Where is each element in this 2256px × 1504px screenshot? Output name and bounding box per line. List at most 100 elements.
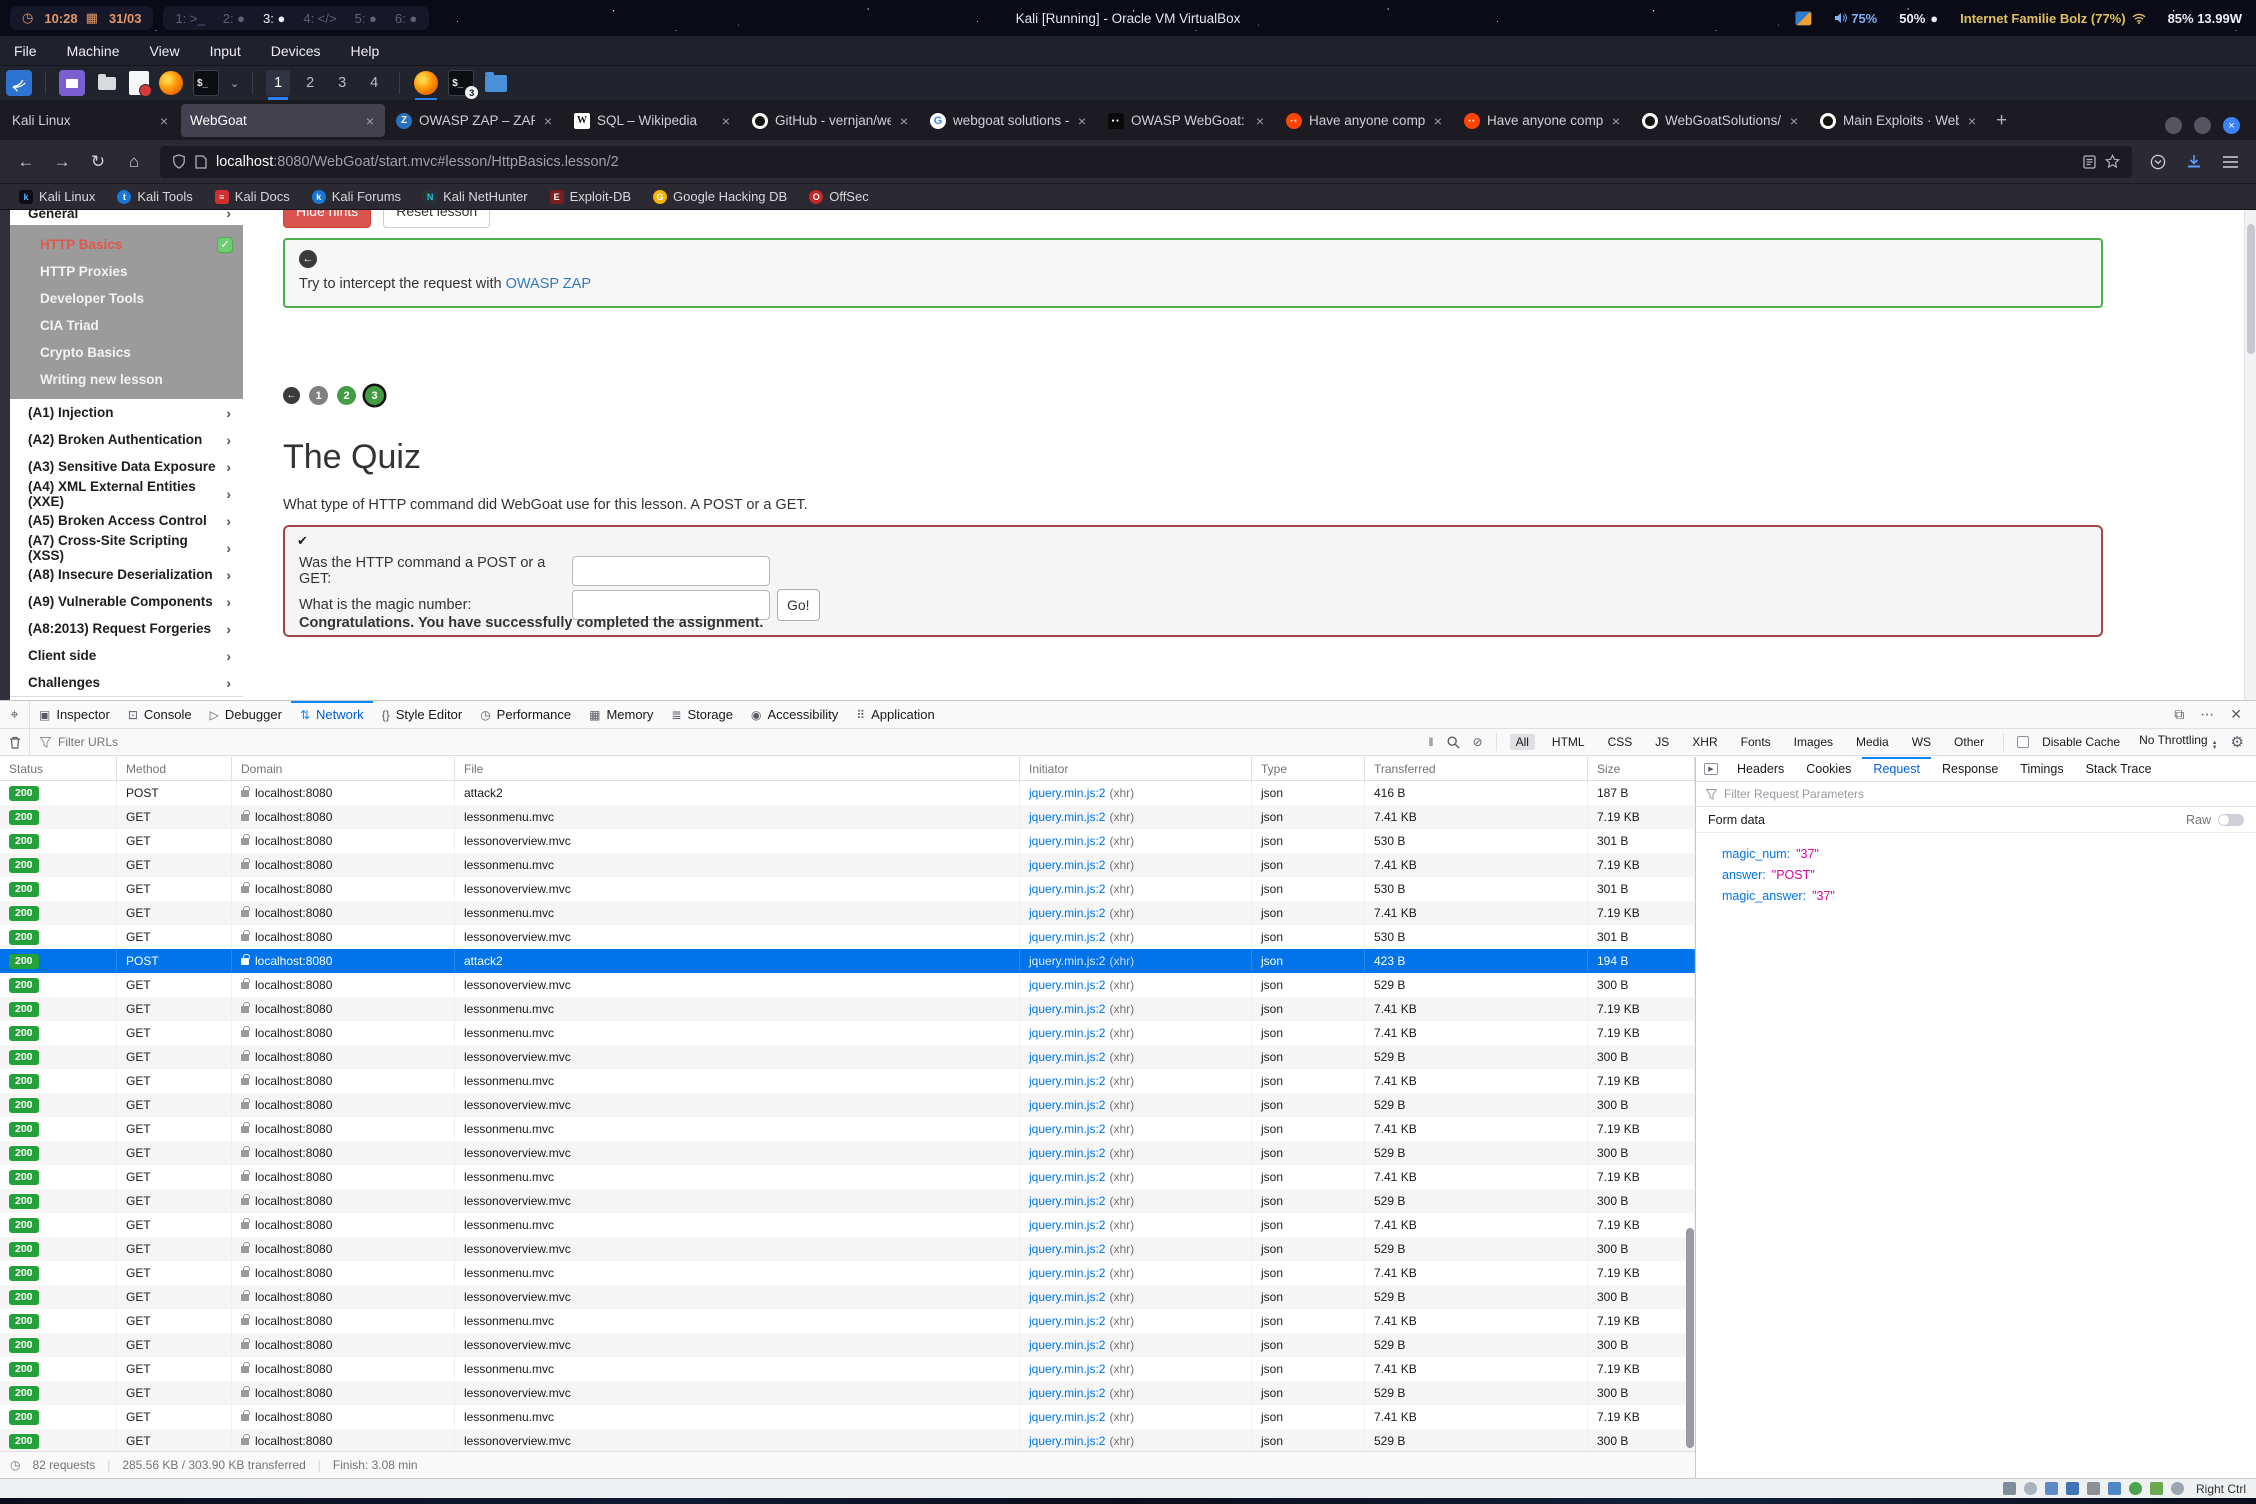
bookmark-star-icon[interactable]	[2105, 154, 2120, 169]
network-settings-gear-icon[interactable]: ⚙	[2231, 733, 2244, 751]
devtools-tab-debugger[interactable]: ▷ Debugger	[201, 701, 291, 728]
network-request-row[interactable]: 200 GET localhost:8080 lessonoverview.mv…	[0, 925, 1695, 949]
request-type-filter[interactable]: HTML	[1546, 734, 1591, 750]
tab-close-icon[interactable]: ×	[1076, 113, 1088, 129]
detail-tab[interactable]: Cookies	[1795, 757, 1862, 781]
sidebar-lesson-item[interactable]: Writing new lesson	[10, 366, 243, 393]
initiator-link[interactable]: jquery.min.js:2	[1029, 810, 1105, 824]
sidebar-category-item[interactable]: (A5) Broken Access Control›	[10, 507, 243, 534]
filter-request-parameters-input[interactable]: Filter Request Parameters	[1696, 782, 2256, 807]
tab-close-icon[interactable]: ×	[720, 113, 732, 129]
tab-close-icon[interactable]: ×	[898, 113, 910, 129]
browser-tab[interactable]: Kali Linux ×	[3, 104, 179, 137]
request-type-filter[interactable]: All	[1510, 734, 1535, 750]
devtools-tab-memory[interactable]: ▦ Memory	[580, 701, 662, 728]
menubar-item[interactable]: Help	[351, 43, 380, 59]
downloads-folder-button[interactable]	[483, 70, 509, 96]
workspace-indicator[interactable]: 2: ●	[223, 11, 245, 26]
network-request-row[interactable]: 200 GET localhost:8080 lessonmenu.mvc jq…	[0, 1213, 1695, 1237]
initiator-link[interactable]: jquery.min.js:2	[1029, 1074, 1105, 1088]
column-header[interactable]: File	[455, 757, 1020, 780]
bookmark-item[interactable]: Kali NetHunter	[414, 186, 537, 208]
initiator-link[interactable]: jquery.min.js:2	[1029, 1002, 1105, 1016]
minimize-button[interactable]	[2165, 117, 2182, 134]
request-type-filter[interactable]: CSS	[1602, 734, 1639, 750]
network-request-row[interactable]: 200 GET localhost:8080 lessonmenu.mvc jq…	[0, 1165, 1695, 1189]
mouse-integration-icon[interactable]	[2171, 1482, 2184, 1495]
initiator-link[interactable]: jquery.min.js:2	[1029, 1434, 1105, 1448]
http-command-input[interactable]	[572, 556, 770, 586]
workspace-button[interactable]: 1	[266, 70, 290, 96]
initiator-link[interactable]: jquery.min.js:2	[1029, 1026, 1105, 1040]
browser-tab[interactable]: OWASP ZAP – ZAP i ×	[387, 104, 563, 137]
shield-icon[interactable]	[172, 154, 186, 169]
recording-icon[interactable]	[2150, 1482, 2163, 1495]
network-request-row[interactable]: 200 GET localhost:8080 lessonmenu.mvc jq…	[0, 1357, 1695, 1381]
menubar-item[interactable]: Devices	[271, 43, 321, 59]
block-requests-icon[interactable]: ⊘	[1473, 735, 1483, 749]
menubar-item[interactable]: Machine	[67, 43, 120, 59]
detail-tab[interactable]: Headers	[1726, 757, 1795, 781]
workspace-indicator[interactable]: 5: ●	[355, 11, 377, 26]
devtools-tab-network[interactable]: ⇅ Network	[291, 701, 373, 728]
network-request-row[interactable]: 200 GET localhost:8080 lessonoverview.mv…	[0, 1429, 1695, 1451]
network-request-row[interactable]: 200 GET localhost:8080 lessonoverview.mv…	[0, 829, 1695, 853]
hdd-icon[interactable]	[2003, 1482, 2016, 1495]
initiator-link[interactable]: jquery.min.js:2	[1029, 1362, 1105, 1376]
url-text[interactable]: localhost:8080/WebGoat/start.mvc#lesson/…	[216, 154, 2074, 170]
initiator-link[interactable]: jquery.min.js:2	[1029, 906, 1105, 920]
initiator-link[interactable]: jquery.min.js:2	[1029, 1122, 1105, 1136]
sidebar-lesson-item[interactable]: CIA Triad	[10, 312, 243, 339]
scrollbar-thumb[interactable]	[2247, 224, 2255, 354]
filter-urls-input[interactable]: Filter URLs	[30, 735, 1429, 749]
pick-element-icon[interactable]: ⌖	[0, 701, 30, 728]
menubar-item[interactable]: Input	[210, 43, 241, 59]
initiator-link[interactable]: jquery.min.js:2	[1029, 1314, 1105, 1328]
network-request-row[interactable]: 200 GET localhost:8080 lessonmenu.mvc jq…	[0, 997, 1695, 1021]
tab-close-icon[interactable]: ×	[1254, 113, 1266, 129]
bookmark-item[interactable]: Kali Forums	[303, 186, 410, 208]
page-scrollbar[interactable]	[2244, 210, 2256, 700]
network-request-row[interactable]: 200 GET localhost:8080 lessonmenu.mvc jq…	[0, 805, 1695, 829]
raw-toggle[interactable]	[2218, 814, 2244, 826]
devtools-menu-icon[interactable]: ⋯	[2200, 706, 2214, 723]
column-header[interactable]: Transferred	[1365, 757, 1588, 780]
network-request-row[interactable]: 200 GET localhost:8080 lessonmenu.mvc jq…	[0, 1021, 1695, 1045]
terminal-window-button[interactable]: $_3	[448, 70, 474, 96]
url-bar[interactable]: localhost:8080/WebGoat/start.mvc#lesson/…	[160, 146, 2132, 178]
column-header[interactable]: Type	[1252, 757, 1365, 780]
menubar-item[interactable]: View	[149, 43, 179, 59]
request-type-filter[interactable]: Media	[1850, 734, 1895, 750]
firefox-window-button[interactable]	[413, 70, 439, 96]
network-request-row[interactable]: 200 GET localhost:8080 lessonoverview.mv…	[0, 1333, 1695, 1357]
initiator-link[interactable]: jquery.min.js:2	[1029, 978, 1105, 992]
devtools-tab-storage[interactable]: ≣ Storage	[662, 701, 742, 728]
usb-icon[interactable]	[2087, 1482, 2100, 1495]
network-request-row[interactable]: 200 POST localhost:8080 attack2 jquery.m…	[0, 949, 1695, 973]
hide-hints-button[interactable]: Hide hints	[283, 210, 371, 228]
initiator-link[interactable]: jquery.min.js:2	[1029, 1242, 1105, 1256]
reload-button[interactable]: ↻	[80, 146, 116, 178]
bookmark-item[interactable]: Kali Docs	[206, 186, 299, 208]
network-request-row[interactable]: 200 GET localhost:8080 lessonoverview.mv…	[0, 1093, 1695, 1117]
new-tab-button[interactable]: +	[1996, 110, 2007, 132]
workspace-button[interactable]: 2	[298, 70, 322, 96]
power-indicator[interactable]: 85% 13.99W	[2168, 11, 2242, 26]
form-param-row[interactable]: magic_num: "37"	[1722, 843, 2256, 864]
optical-disk-icon[interactable]	[2024, 1482, 2037, 1495]
clear-requests-icon[interactable]	[0, 729, 30, 755]
text-editor-icon[interactable]	[129, 71, 149, 95]
file-manager-icon[interactable]	[94, 70, 120, 96]
tab-close-icon[interactable]: ×	[364, 113, 376, 129]
volume-indicator[interactable]: 75%	[1834, 11, 1877, 26]
browser-tab[interactable]: WebGoatSolutions/S ×	[1633, 104, 1809, 137]
sidebar-lesson-item[interactable]: HTTP Basics✓	[10, 231, 243, 258]
shared-folder-icon[interactable]	[2108, 1482, 2121, 1495]
network-request-row[interactable]: 200 GET localhost:8080 lessonoverview.mv…	[0, 1285, 1695, 1309]
workspace-indicator[interactable]: 3: ●	[263, 11, 285, 26]
forward-button[interactable]: →	[44, 146, 80, 178]
initiator-link[interactable]: jquery.min.js:2	[1029, 882, 1105, 896]
kali-menu-button[interactable]	[6, 70, 32, 96]
owasp-zap-link[interactable]: OWASP ZAP	[506, 276, 591, 292]
sidebar-category-item[interactable]: (A8) Insecure Deserialization›	[10, 561, 243, 588]
